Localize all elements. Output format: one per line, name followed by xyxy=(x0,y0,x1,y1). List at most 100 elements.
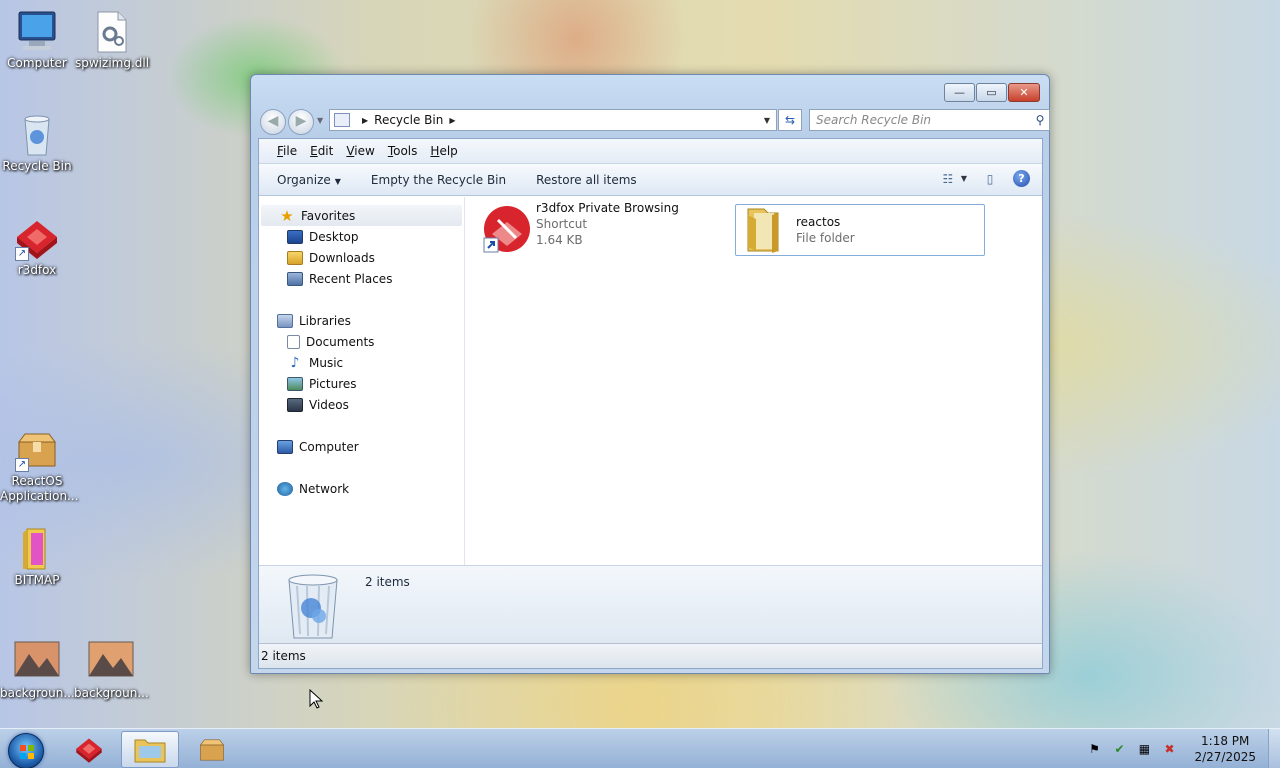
back-button[interactable]: ◀ xyxy=(260,109,286,135)
minimize-button[interactable]: — xyxy=(944,83,975,102)
desktop-icon-label: Recycle Bin xyxy=(2,159,72,173)
package-box-icon: ↗ xyxy=(13,428,61,472)
empty-recycle-bin-button[interactable]: Empty the Recycle Bin xyxy=(371,173,506,187)
organize-label: Organize xyxy=(277,172,331,187)
nav-label: Music xyxy=(309,355,344,370)
clock[interactable]: 1:18 PM 2/27/2025 xyxy=(1194,733,1256,765)
desktop-icon-computer[interactable]: Computer xyxy=(0,10,74,71)
documents-icon xyxy=(287,334,300,349)
system-tray: ⚑ ✔ ▦ ✖ 1:18 PM 2/27/2025 xyxy=(1086,729,1280,768)
nav-label: Documents xyxy=(306,334,375,349)
search-icon[interactable]: ⚲ xyxy=(1031,113,1049,127)
videos-icon xyxy=(287,397,303,412)
file-size: 1.64 KB xyxy=(536,233,583,247)
computer-icon xyxy=(13,10,61,54)
recent-pages-dropdown[interactable]: ▼ xyxy=(317,116,323,125)
address-dropdown-icon[interactable]: ▼ xyxy=(764,116,770,125)
desktop-icon-label: BITMAP xyxy=(14,573,60,587)
nav-desktop[interactable]: Desktop xyxy=(259,226,464,247)
action-center-flag-icon[interactable]: ⚑ xyxy=(1086,741,1102,757)
taskbar-r3dfox[interactable] xyxy=(60,731,118,768)
menu-help[interactable]: Help xyxy=(430,144,457,158)
nav-computer[interactable]: Computer xyxy=(259,436,464,457)
menu-edit[interactable]: Edit xyxy=(310,144,333,158)
explorer-window: — ▭ ✕ ◀ ▶ ▼ ▶ Recycle Bin ▶ ▼ ⇆ ⚲ File E… xyxy=(250,74,1050,674)
network-icon[interactable]: ▦ xyxy=(1136,741,1152,757)
view-dropdown-icon[interactable]: ▼ xyxy=(961,174,967,183)
libraries-icon xyxy=(277,313,293,328)
clock-time: 1:18 PM xyxy=(1201,734,1250,748)
mouse-pointer-icon xyxy=(309,688,324,709)
nav-libraries[interactable]: Libraries xyxy=(259,310,464,331)
file-name: r3dfox Private Browsing xyxy=(536,201,679,215)
nav-label: Network xyxy=(299,481,350,496)
breadcrumb-arrow-icon[interactable]: ▶ xyxy=(362,116,368,125)
maximize-button[interactable]: ▭ xyxy=(976,83,1007,102)
recycle-bin-icon xyxy=(13,113,61,157)
menu-view[interactable]: View xyxy=(346,144,374,158)
desktop-icon-recycle-bin[interactable]: Recycle Bin xyxy=(0,113,74,174)
nav-pictures[interactable]: Pictures xyxy=(259,373,464,394)
music-note-icon: ♪ xyxy=(290,354,300,371)
change-view-icon[interactable]: ☷ xyxy=(939,171,957,187)
search-box: ⚲ xyxy=(809,109,1050,131)
shortcut-arrow-icon: ↗ xyxy=(15,458,29,472)
taskbar-explorer[interactable] xyxy=(121,731,179,768)
breadcrumb-recycle-bin[interactable]: Recycle Bin xyxy=(374,113,443,127)
refresh-button[interactable]: ⇆ xyxy=(778,109,802,131)
menu-bar: File Edit View Tools Help xyxy=(259,139,1042,164)
pictures-icon xyxy=(287,376,303,391)
breadcrumb-arrow-icon[interactable]: ▶ xyxy=(449,116,455,125)
desktop-icon-r3dfox[interactable]: ↗ r3dfox xyxy=(0,217,74,278)
nav-label: Desktop xyxy=(309,229,359,244)
desktop-icon-label: r3dfox xyxy=(17,263,57,277)
preview-pane-icon[interactable]: ▯ xyxy=(981,171,999,187)
navigation-pane: ★ Favorites Desktop Downloads Recent Pla… xyxy=(259,197,465,565)
show-desktop-button[interactable] xyxy=(1268,729,1280,768)
desktop-icon-background-2[interactable]: backgroun... xyxy=(74,640,149,701)
desktop-icon-label: backgroun... xyxy=(0,686,75,700)
organize-button[interactable]: Organize ▼ xyxy=(277,173,341,187)
nav-label: Recent Places xyxy=(309,271,393,286)
search-input[interactable] xyxy=(810,110,1031,130)
close-button[interactable]: ✕ xyxy=(1008,83,1040,102)
desktop-icon-background-1[interactable]: backgroun... xyxy=(0,640,75,701)
nav-network[interactable]: Network xyxy=(259,478,464,499)
nav-documents[interactable]: Documents xyxy=(259,331,464,352)
nav-recent-places[interactable]: Recent Places xyxy=(259,268,464,289)
recycle-bin-small-icon xyxy=(334,113,350,127)
forward-button[interactable]: ▶ xyxy=(288,109,314,135)
nav-downloads[interactable]: Downloads xyxy=(259,247,464,268)
help-icon[interactable]: ? xyxy=(1013,170,1030,187)
recent-places-icon xyxy=(287,271,303,286)
file-list: r3dfox Private Browsing Shortcut 1.64 KB… xyxy=(466,197,1042,565)
address-row: ◀ ▶ ▼ ▶ Recycle Bin ▶ ▼ ⇆ ⚲ xyxy=(260,107,1050,135)
restore-all-items-button[interactable]: Restore all items xyxy=(536,173,637,187)
desktop-icon-reactos-apps[interactable]: ↗ ReactOS Application... xyxy=(0,428,79,504)
r3dfox-icon xyxy=(76,738,102,763)
nav-videos[interactable]: Videos xyxy=(259,394,464,415)
nav-label: Downloads xyxy=(309,250,375,265)
desktop-icon-spwizimg[interactable]: spwizimg.dll xyxy=(75,10,149,71)
explorer-folder-icon xyxy=(134,739,166,762)
desktop-icon-bitmap[interactable]: BITMAP xyxy=(0,527,74,588)
folder-icon xyxy=(13,527,61,571)
file-type: File folder xyxy=(796,231,855,245)
menu-tools[interactable]: Tools xyxy=(388,144,418,158)
address-bar[interactable]: ▶ Recycle Bin ▶ ▼ xyxy=(329,109,777,131)
taskbar-package-manager[interactable] xyxy=(183,731,241,768)
details-pane: 2 items xyxy=(259,565,1042,645)
file-item-reactos[interactable]: reactos File folder xyxy=(735,204,985,256)
status-bar: 2 items xyxy=(259,643,1042,668)
file-item-r3dfox-private-browsing[interactable]: r3dfox Private Browsing Shortcut 1.64 KB xyxy=(482,201,722,255)
menu-file[interactable]: File xyxy=(277,144,297,158)
security-shield-icon[interactable]: ✔ xyxy=(1111,741,1127,757)
start-button[interactable] xyxy=(8,733,44,768)
nav-music[interactable]: ♪ Music xyxy=(259,352,464,373)
nav-favorites[interactable]: ★ Favorites xyxy=(261,205,462,226)
command-bar: Organize ▼ Empty the Recycle Bin Restore … xyxy=(259,164,1042,196)
volume-muted-icon[interactable]: ✖ xyxy=(1161,741,1177,757)
network-globe-icon xyxy=(277,481,293,496)
